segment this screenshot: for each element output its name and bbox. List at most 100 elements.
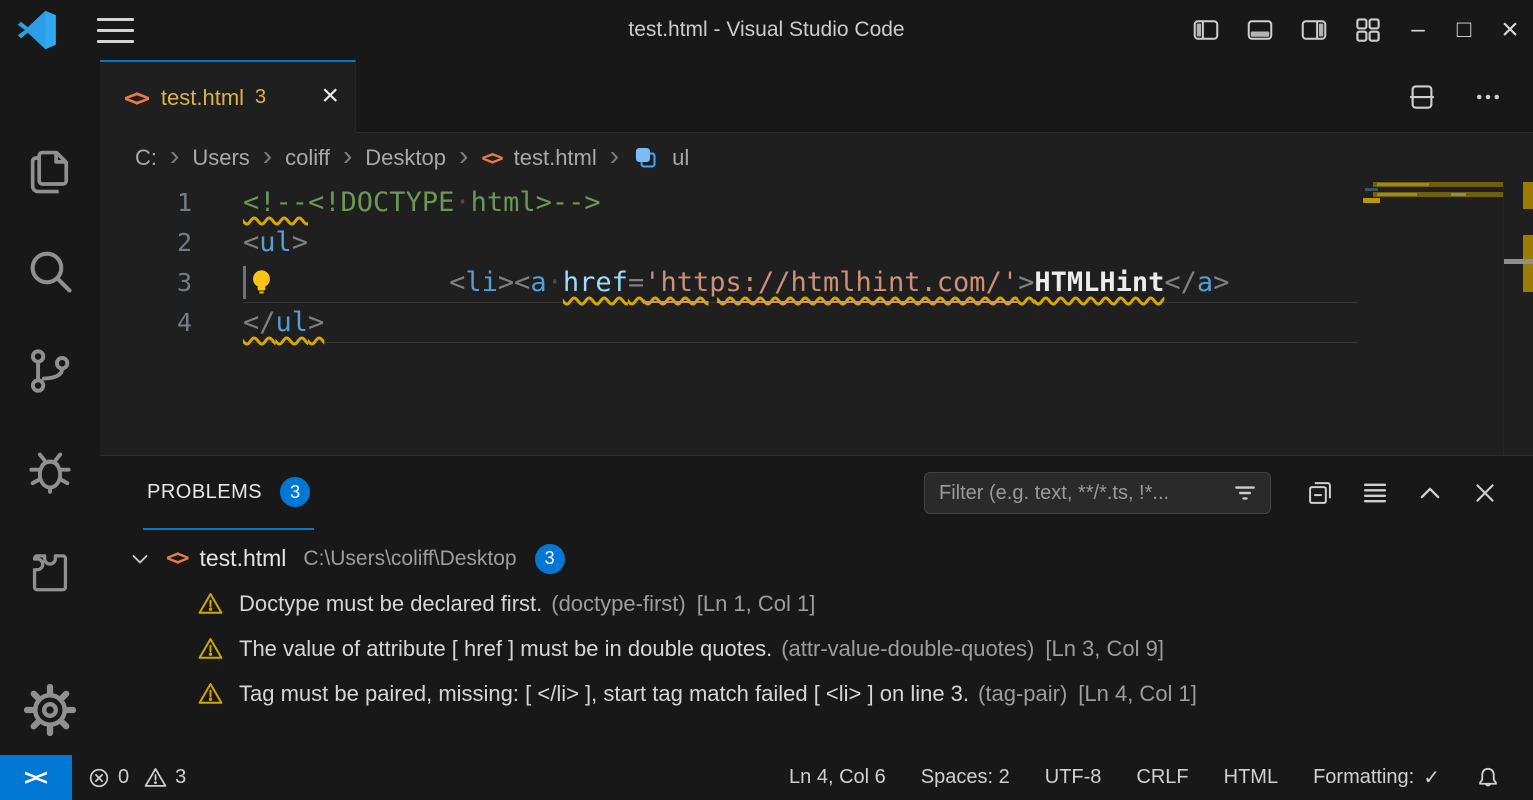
code-line-3: 3 <li><a·href='https://htmlhint.com/'>HT… xyxy=(100,262,1533,302)
warning-icon xyxy=(197,680,224,707)
tab-problems[interactable]: PROBLEMS 3 xyxy=(143,456,314,530)
problems-file-name: test.html xyxy=(200,545,287,572)
text-cursor xyxy=(243,266,246,299)
chevron-down-icon[interactable] xyxy=(128,547,152,571)
window-minimize-button[interactable]: – xyxy=(1395,0,1441,60)
notifications-bell-icon[interactable] xyxy=(1475,765,1501,791)
tab-bar: <> test.html 3 × xyxy=(100,60,1533,133)
problems-status-item[interactable]: 0 3 xyxy=(87,765,193,790)
more-actions-icon[interactable] xyxy=(1473,82,1503,112)
symbol-field-icon xyxy=(632,144,659,171)
split-editor-icon[interactable] xyxy=(1407,82,1437,112)
view-as-table-icon[interactable] xyxy=(1361,479,1389,507)
activity-bar xyxy=(0,60,100,755)
cursor-position-status[interactable]: Ln 4, Col 6 xyxy=(789,766,886,789)
vscode-logo-icon xyxy=(17,10,57,50)
run-debug-icon[interactable] xyxy=(23,444,77,498)
tab-close-icon[interactable]: × xyxy=(321,81,339,111)
toggle-primary-sidebar-icon[interactable] xyxy=(1179,0,1233,60)
formatting-status[interactable]: Formatting: ✓ xyxy=(1313,765,1440,790)
breadcrumb-folder[interactable]: Desktop xyxy=(365,145,446,171)
search-icon[interactable] xyxy=(23,244,77,298)
problems-count-badge: 3 xyxy=(280,477,310,507)
line-number: 2 xyxy=(100,228,192,257)
line-number: 4 xyxy=(100,308,192,337)
eol-status[interactable]: CRLF xyxy=(1136,766,1188,789)
code-token: a xyxy=(530,267,546,298)
code-token-link[interactable]: 'https://htmlhint.com/' xyxy=(644,267,1018,298)
error-count: 0 xyxy=(118,766,129,789)
encoding-status[interactable]: UTF-8 xyxy=(1045,766,1102,789)
warning-icon xyxy=(143,765,168,790)
code-token: ul xyxy=(276,307,309,338)
title-bar: test.html - Visual Studio Code xyxy=(0,0,1533,60)
filter-icon xyxy=(1232,480,1258,506)
code-token: < xyxy=(449,267,465,298)
explorer-icon[interactable] xyxy=(23,144,77,198)
breadcrumb: C: › Users › coliff › Desktop › <> test.… xyxy=(100,133,1533,182)
problems-panel: PROBLEMS 3 xyxy=(100,455,1533,755)
problems-filter-box[interactable] xyxy=(924,472,1271,514)
code-token: HTMLHint xyxy=(1034,267,1164,298)
chevron-right-icon: › xyxy=(343,142,352,170)
indentation-status[interactable]: Spaces: 2 xyxy=(921,766,1010,789)
problem-message: The value of attribute [ href ] must be … xyxy=(239,636,772,662)
code-editor[interactable]: 1 <!--<!DOCTYPE·html>--> 2 <ul> 3 xyxy=(100,182,1533,455)
window-close-button[interactable]: × xyxy=(1487,0,1533,60)
breadcrumb-folder[interactable]: Users xyxy=(192,145,249,171)
close-panel-icon[interactable] xyxy=(1471,479,1499,507)
html-file-icon: <> xyxy=(124,84,147,112)
extensions-icon[interactable] xyxy=(23,544,77,598)
collapse-all-icon[interactable] xyxy=(1306,479,1334,507)
breadcrumb-file[interactable]: test.html xyxy=(514,145,597,171)
problem-row[interactable]: Tag must be paired, missing: [ </li> ], … xyxy=(100,671,1533,716)
warning-count: 3 xyxy=(175,766,186,789)
html-file-icon: <> xyxy=(166,546,187,571)
chevron-right-icon: › xyxy=(170,142,179,170)
code-token: </ xyxy=(1164,267,1197,298)
problems-file-row[interactable]: <> test.html C:\Users\coliff\Desktop 3 xyxy=(100,536,1533,581)
status-bar: >< 0 3 Ln 4, Col 6 Spaces: 2 UTF-8 CRLF … xyxy=(0,755,1533,800)
tab-label: test.html xyxy=(161,85,244,111)
formatting-label: Formatting: xyxy=(1313,766,1414,789)
customize-layout-icon[interactable] xyxy=(1341,0,1395,60)
code-token: a xyxy=(1197,267,1213,298)
panel-header: PROBLEMS 3 xyxy=(100,456,1533,530)
remote-indicator[interactable]: >< xyxy=(0,755,72,800)
problems-tree: <> test.html C:\Users\coliff\Desktop 3 D… xyxy=(100,530,1533,716)
problems-file-badge: 3 xyxy=(535,544,565,574)
code-token: href xyxy=(563,267,628,298)
chevron-right-icon: › xyxy=(263,142,272,170)
whitespace-dot: · xyxy=(547,267,563,298)
error-icon xyxy=(87,766,111,790)
problem-message: Tag must be paired, missing: [ </li> ], … xyxy=(239,681,969,707)
problems-tab-label: PROBLEMS xyxy=(147,481,262,504)
menu-hamburger-icon[interactable] xyxy=(97,18,134,43)
problems-filter-input[interactable] xyxy=(937,481,1232,506)
breadcrumb-folder[interactable]: coliff xyxy=(285,145,330,171)
chevron-right-icon: › xyxy=(459,142,468,170)
chevron-right-icon: › xyxy=(610,142,619,170)
problem-row[interactable]: Doctype must be declared first. (doctype… xyxy=(100,581,1533,626)
maximize-panel-chevron-up-icon[interactable] xyxy=(1416,479,1444,507)
problem-row[interactable]: The value of attribute [ href ] must be … xyxy=(100,626,1533,671)
problem-rule: (attr-value-double-quotes) xyxy=(781,636,1034,662)
toggle-secondary-sidebar-icon[interactable] xyxy=(1287,0,1341,60)
breadcrumb-symbol[interactable]: ul xyxy=(672,145,689,171)
code-line-4: 4 </ul> xyxy=(100,302,1533,342)
line-number: 3 xyxy=(100,268,192,297)
code-token: >< xyxy=(498,267,531,298)
tab-test-html[interactable]: <> test.html 3 × xyxy=(100,60,356,133)
html-file-icon: <> xyxy=(481,146,500,170)
code-token: li xyxy=(465,267,498,298)
warning-icon xyxy=(197,590,224,617)
window-maximize-button[interactable]: □ xyxy=(1441,0,1487,60)
settings-gear-icon[interactable] xyxy=(23,683,77,737)
toggle-panel-icon[interactable] xyxy=(1233,0,1287,60)
source-control-icon[interactable] xyxy=(23,344,77,398)
language-mode-status[interactable]: HTML xyxy=(1224,766,1278,789)
editor-column: <> test.html 3 × C: › xyxy=(100,60,1533,755)
breadcrumb-drive[interactable]: C: xyxy=(135,145,157,171)
problem-location: [Ln 1, Col 1] xyxy=(697,591,816,617)
problem-location: [Ln 3, Col 9] xyxy=(1045,636,1164,662)
